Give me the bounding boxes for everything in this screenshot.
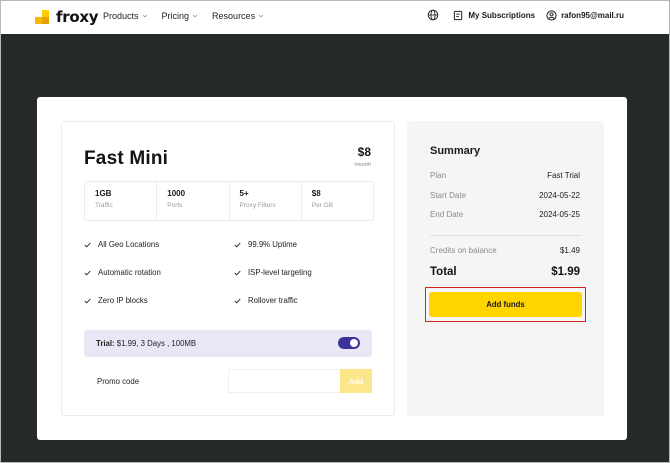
check-icon bbox=[234, 242, 241, 248]
total-label: Total bbox=[430, 266, 457, 278]
subscriptions-icon bbox=[454, 10, 463, 20]
feature-label: Rollover traffic bbox=[248, 296, 298, 305]
stat-proxy-filters: 5+ Proxy Filters bbox=[230, 182, 302, 220]
stat-label: Ports bbox=[167, 202, 183, 209]
feature-item: Zero IP blocks bbox=[84, 296, 148, 305]
stat-traffic: 1GB Traffic bbox=[85, 182, 158, 220]
account-menu[interactable]: rafon95@mail.ru bbox=[546, 9, 624, 21]
nav-pricing[interactable]: Pricing bbox=[162, 11, 199, 21]
feature-item: ISP-level targeting bbox=[234, 268, 312, 277]
my-subscriptions-label: My Subscriptions bbox=[468, 10, 536, 20]
feature-item: Automatic rotation bbox=[84, 268, 161, 277]
plan-price: $8 bbox=[357, 145, 371, 159]
check-icon bbox=[84, 298, 91, 304]
plan-card: Fast Mini $8 /month 1GB Traffic 1000 Por… bbox=[61, 121, 395, 416]
order-summary: Summary Plan Fast Trial Start Date 2024-… bbox=[407, 121, 604, 416]
feature-item: Rollover traffic bbox=[234, 296, 298, 305]
check-icon bbox=[234, 270, 241, 276]
feature-label: ISP-level targeting bbox=[248, 268, 312, 277]
stat-value: 1000 bbox=[167, 189, 186, 198]
checkout-modal: Fast Mini $8 /month 1GB Traffic 1000 Por… bbox=[37, 97, 627, 440]
feature-label: Automatic rotation bbox=[98, 268, 161, 277]
promo-code-label: Promo code bbox=[97, 377, 140, 386]
summary-row-credits: Credits on balance $1.49 bbox=[430, 246, 580, 255]
plan-price-unit: /month bbox=[354, 162, 371, 168]
account-nav: My Subscriptions rafon95@mail.ru bbox=[427, 9, 624, 21]
stat-value: 5+ bbox=[239, 189, 249, 198]
stat-value: 1GB bbox=[95, 189, 112, 198]
check-icon bbox=[84, 270, 91, 276]
trial-option: Trial: $1.99, 3 Days , 100MB bbox=[84, 330, 372, 357]
brand-logo[interactable]: froxy bbox=[35, 8, 98, 26]
feature-item: All Geo Locations bbox=[84, 240, 159, 249]
summary-key: End Date bbox=[430, 210, 464, 219]
feature-label: 99.9% Uptime bbox=[248, 240, 297, 249]
stat-label: Traffic bbox=[95, 202, 113, 209]
stat-label: Per GB bbox=[311, 202, 334, 209]
summary-title: Summary bbox=[430, 145, 481, 157]
brand-name: froxy bbox=[56, 8, 99, 26]
feature-item: 99.9% Uptime bbox=[234, 240, 297, 249]
total-value: $1.99 bbox=[551, 266, 580, 278]
check-icon bbox=[234, 298, 241, 304]
plan-stats: 1GB Traffic 1000 Ports 5+ Proxy Filters … bbox=[84, 181, 374, 221]
froxy-logo-icon bbox=[35, 9, 51, 25]
trial-text: Trial: $1.99, 3 Days , 100MB bbox=[96, 339, 196, 348]
summary-key: Start Date bbox=[430, 191, 467, 200]
summary-value: 2024-05-25 bbox=[539, 210, 580, 219]
summary-total: Total $1.99 bbox=[430, 266, 580, 278]
summary-value: Fast Trial bbox=[547, 171, 580, 180]
summary-key: Plan bbox=[430, 171, 447, 180]
stat-per-gb: $8 Per GB bbox=[302, 182, 373, 220]
feature-label: Zero IP blocks bbox=[98, 296, 148, 305]
my-subscriptions-link[interactable]: My Subscriptions bbox=[453, 10, 535, 21]
check-icon bbox=[84, 242, 91, 248]
summary-row-start-date: Start Date 2024-05-22 bbox=[430, 191, 580, 200]
nav-pricing-label: Pricing bbox=[161, 11, 190, 21]
summary-row-plan: Plan Fast Trial bbox=[430, 171, 580, 180]
trial-label: Trial: bbox=[96, 339, 115, 348]
credits-label: Credits on balance bbox=[430, 246, 497, 255]
trial-details: $1.99, 3 Days , 100MB bbox=[114, 339, 197, 348]
feature-label: All Geo Locations bbox=[98, 240, 160, 249]
summary-divider bbox=[430, 235, 581, 236]
nav-products-label: Products bbox=[103, 11, 139, 21]
stat-ports: 1000 Ports bbox=[157, 182, 230, 220]
add-funds-button[interactable]: Add funds bbox=[429, 292, 582, 317]
main-nav: Products Pricing Resources bbox=[103, 11, 264, 21]
summary-value: 2024-05-22 bbox=[539, 191, 580, 200]
toggle-knob bbox=[350, 339, 358, 347]
account-email: rafon95@mail.ru bbox=[561, 10, 624, 20]
apply-promo-button[interactable]: Add bbox=[340, 369, 372, 393]
nav-products[interactable]: Products bbox=[103, 11, 148, 21]
chevron-down-icon bbox=[192, 14, 198, 18]
user-icon bbox=[546, 9, 557, 21]
chevron-down-icon bbox=[259, 14, 264, 18]
stat-value: $8 bbox=[311, 189, 321, 198]
nav-resources[interactable]: Resources bbox=[212, 11, 264, 21]
chevron-down-icon bbox=[142, 14, 147, 18]
promo-code-input[interactable] bbox=[228, 369, 340, 393]
nav-resources-label: Resources bbox=[212, 11, 256, 21]
credits-value: $1.49 bbox=[559, 246, 580, 255]
stat-label: Proxy Filters bbox=[239, 202, 276, 209]
summary-row-end-date: End Date 2024-05-25 bbox=[430, 210, 580, 219]
top-navigation-bar: froxy Products Pricing Resources My Subs… bbox=[0, 0, 670, 34]
trial-toggle[interactable] bbox=[338, 337, 360, 349]
plan-title: Fast Mini bbox=[84, 148, 169, 169]
globe-icon[interactable] bbox=[427, 9, 439, 21]
